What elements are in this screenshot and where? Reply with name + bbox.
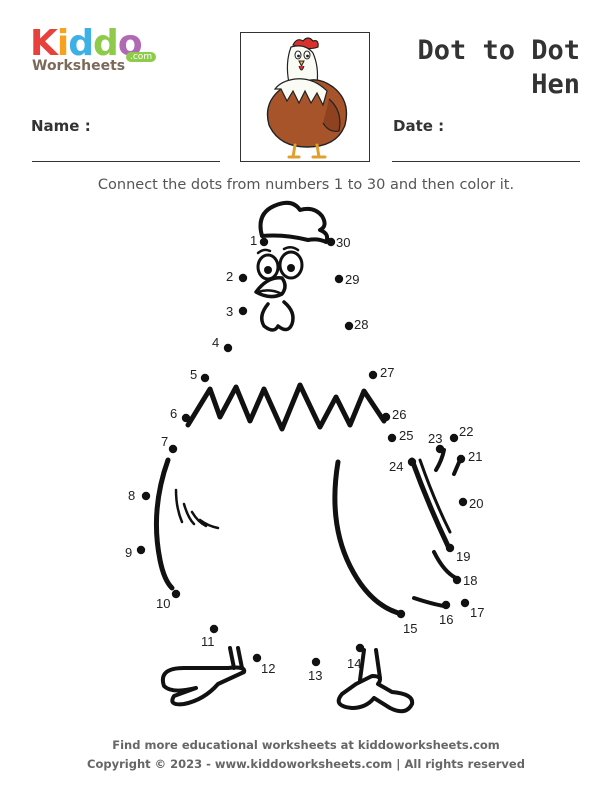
dot-number-label: 9: [125, 545, 132, 560]
dot-22[interactable]: [449, 433, 459, 443]
dot-number-label: 2: [226, 269, 233, 284]
dot-number-label: 14: [347, 656, 361, 671]
dot-number-label: 6: [170, 406, 177, 421]
dot-number-label: 11: [201, 634, 215, 649]
dot-21[interactable]: [456, 454, 466, 464]
dot-number-label: 29: [345, 272, 359, 287]
dot-number-label: 7: [161, 434, 168, 449]
dot-number-label: 20: [469, 496, 483, 511]
dot-number-label: 21: [468, 449, 482, 464]
dot-number-label: 17: [470, 605, 484, 620]
footer-find-more: Find more educational worksheets at kidd…: [112, 738, 500, 752]
dot-number-label: 13: [308, 668, 322, 683]
dot-number-label: 30: [336, 235, 350, 250]
dot-4[interactable]: [223, 343, 233, 353]
dot-26[interactable]: [381, 412, 391, 422]
dot-number-label: 26: [392, 407, 406, 422]
dot-30[interactable]: [326, 237, 336, 247]
dot-number-label: 12: [261, 661, 275, 676]
dot-2[interactable]: [238, 273, 248, 283]
dot-number-label: 28: [354, 317, 368, 332]
dot-number-label: 3: [226, 304, 233, 319]
dot-number-label: 8: [128, 488, 135, 503]
dot-9[interactable]: [136, 545, 146, 555]
dot-number-label: 18: [463, 573, 477, 588]
dot-7[interactable]: [168, 444, 178, 454]
dot-18[interactable]: [452, 575, 462, 585]
dot-28[interactable]: [344, 321, 354, 331]
dot-17[interactable]: [460, 598, 470, 608]
dot-number-label: 15: [403, 621, 417, 636]
dot-20[interactable]: [458, 497, 468, 507]
numbered-dots: 123456789101112 13141516 17181920212223242…: [125, 233, 484, 683]
dot-10[interactable]: [171, 589, 181, 599]
dot-number-label: 24: [389, 459, 403, 474]
dot-number-label: 1: [250, 233, 257, 248]
dot-number-label: 16: [439, 612, 453, 627]
dot-25[interactable]: [387, 433, 397, 443]
dot-16[interactable]: [441, 600, 451, 610]
dot-number-label: 5: [190, 367, 197, 382]
dot-number-label: 22: [459, 424, 473, 439]
dot-5[interactable]: [200, 373, 210, 383]
dot-1[interactable]: [259, 237, 269, 247]
dot-number-label: 19: [456, 549, 470, 564]
dot-14[interactable]: [355, 643, 365, 653]
dot-to-dot-hen-drawing: 123456789101112 13141516 17181920212223242…: [125, 200, 484, 714]
dot-6[interactable]: [181, 413, 191, 423]
dot-number-label: 10: [156, 596, 170, 611]
dot-number-label: 27: [380, 365, 394, 380]
dot-3[interactable]: [238, 306, 248, 316]
dot-number-label: 23: [428, 431, 442, 446]
footer-copyright: Copyright © 2023 - www.kiddoworksheets.c…: [87, 757, 525, 771]
dot-19[interactable]: [445, 543, 455, 553]
dot-13[interactable]: [311, 657, 321, 667]
dot-15[interactable]: [396, 609, 406, 619]
dot-11[interactable]: [209, 624, 219, 634]
dot-23[interactable]: [435, 444, 445, 454]
dot-12[interactable]: [252, 653, 262, 663]
dot-number-label: 4: [212, 335, 219, 350]
dot-29[interactable]: [334, 274, 344, 284]
dot-27[interactable]: [368, 370, 378, 380]
dot-8[interactable]: [141, 491, 151, 501]
dot-number-label: 25: [399, 428, 413, 443]
dot-24[interactable]: [407, 457, 417, 467]
